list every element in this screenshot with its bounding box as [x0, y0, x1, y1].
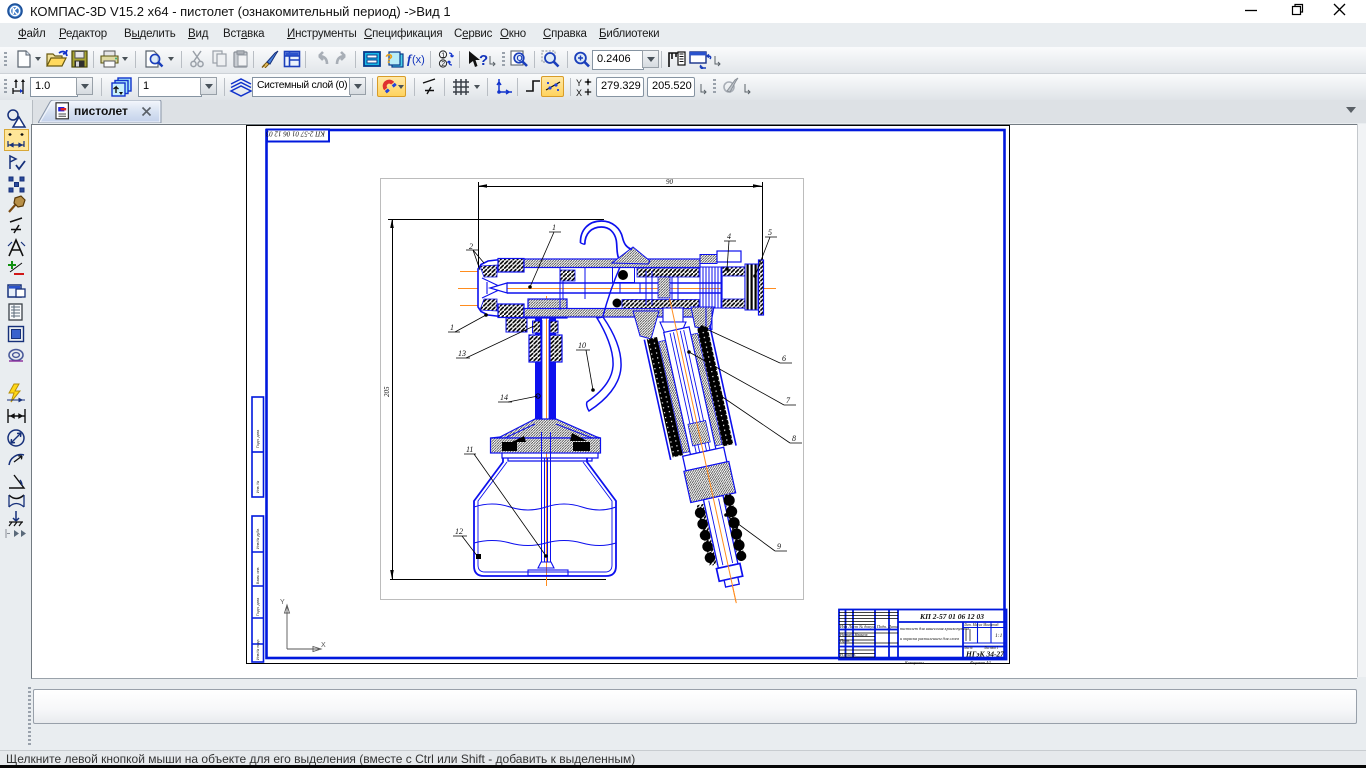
- svg-text:Взам. инв.: Взам. инв.: [256, 567, 260, 584]
- svg-text:Подп. дата: Подп. дата: [256, 598, 260, 616]
- svg-text:8: 8: [792, 434, 796, 443]
- svg-text:6: 6: [782, 354, 786, 363]
- svg-text:205: 205: [383, 386, 391, 397]
- svg-text:пистолет для нанесения краскоп: пистолет для нанесения краскопульта: [900, 626, 969, 631]
- svg-text:Лит. Масса Масштаб: Лит. Масса Масштаб: [963, 623, 999, 627]
- svg-text:КП 2-57 01 06 12 03: КП 2-57 01 06 12 03: [265, 130, 326, 138]
- svg-text:НГэК 34-27: НГэК 34-27: [965, 650, 1004, 659]
- svg-text:90: 90: [666, 178, 674, 186]
- svg-text:Инв.№ подл.: Инв.№ подл.: [256, 639, 260, 660]
- svg-text:Инв. №: Инв. №: [256, 481, 260, 493]
- svg-text:1:1: 1:1: [995, 633, 1003, 639]
- svg-text:Копировал: Копировал: [904, 660, 924, 665]
- svg-text:5: 5: [768, 228, 772, 237]
- svg-text:4: 4: [727, 232, 731, 241]
- svg-text:Y: Y: [280, 599, 285, 606]
- svg-text:14: 14: [500, 393, 508, 402]
- svg-text:Н.контр.: Н.контр.: [839, 652, 856, 657]
- svg-text:Разраб. Иванов: Разраб. Иванов: [839, 632, 868, 637]
- svg-text:13: 13: [458, 349, 466, 358]
- svg-text:X: X: [321, 642, 326, 649]
- svg-text:11: 11: [466, 445, 473, 454]
- svg-text:Формат А3: Формат А3: [970, 660, 991, 665]
- svg-text:Инв.№ дубл.: Инв.№ дубл.: [256, 528, 260, 549]
- svg-text:9: 9: [777, 542, 781, 551]
- svg-text:Подп. дата: Подп. дата: [256, 430, 260, 448]
- svg-text:10: 10: [578, 341, 586, 350]
- svg-text:КП 2-57 01 06 12 03: КП 2-57 01 06 12 03: [919, 612, 984, 621]
- svg-text:и окраска распылением для слое: и окраска распылением для слоев: [900, 636, 959, 641]
- svg-text:12: 12: [455, 527, 463, 536]
- svg-text:Изм Лист № докум. Подп. Дата: Изм Лист № докум. Подп. Дата: [839, 624, 898, 629]
- svg-text:Пров.: Пров.: [839, 638, 850, 643]
- svg-text:1: 1: [552, 223, 556, 232]
- svg-text:1: 1: [450, 323, 454, 332]
